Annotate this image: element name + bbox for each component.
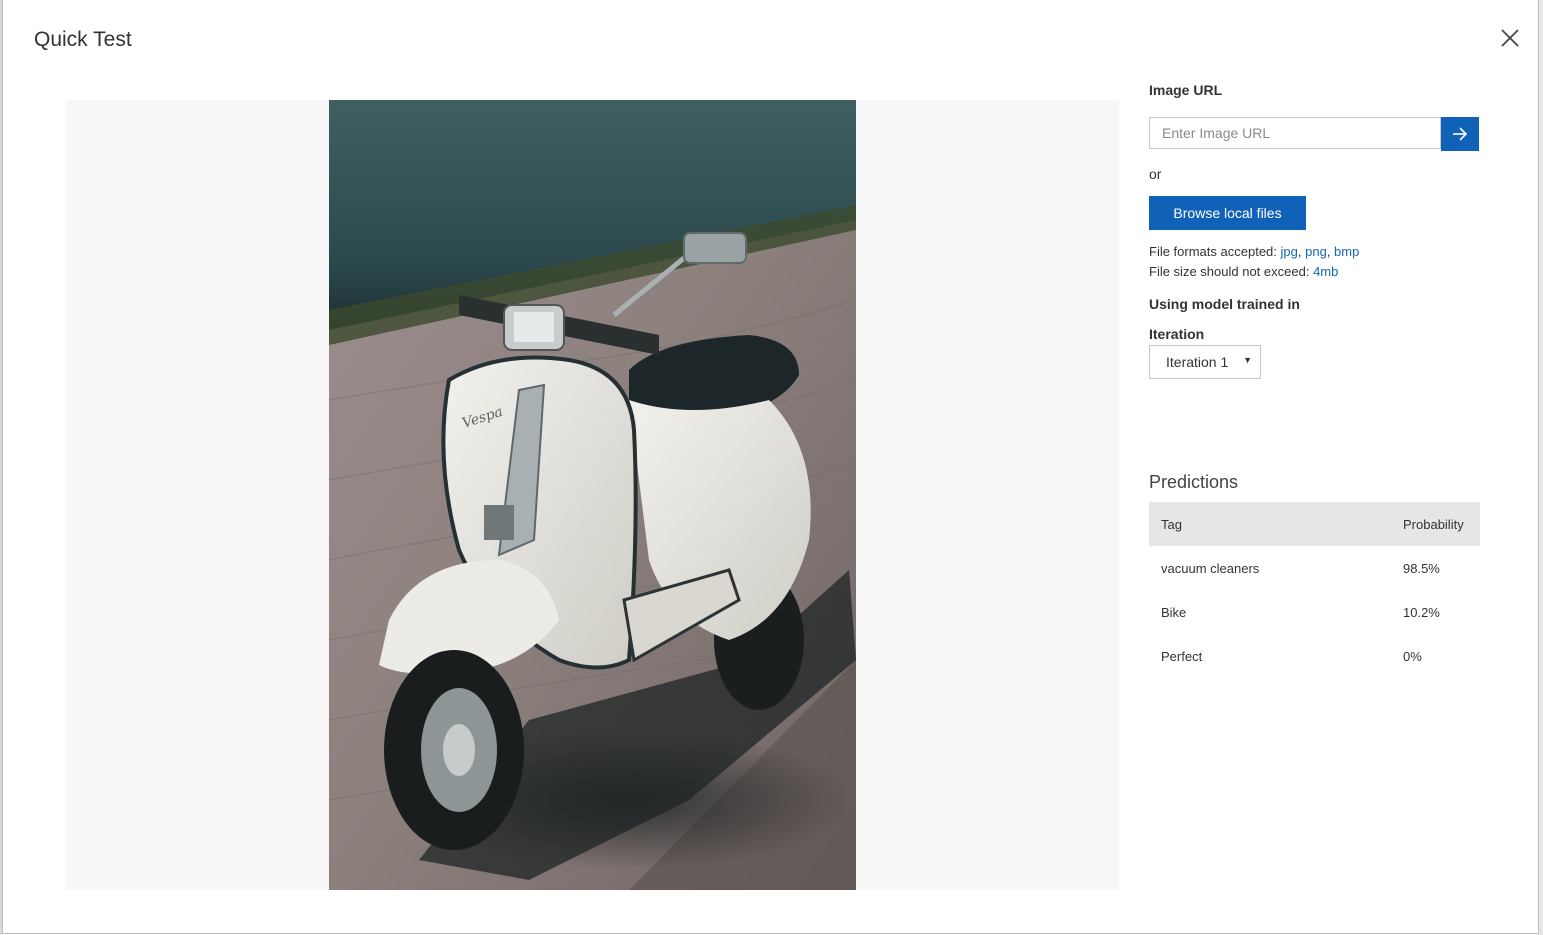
format-jpg-link[interactable]: jpg	[1281, 244, 1298, 259]
submit-url-button[interactable]	[1441, 117, 1479, 151]
predictions-title: Predictions	[1149, 472, 1239, 492]
iteration-select-value: Iteration 1	[1166, 354, 1229, 370]
scooter-photo: Vespa	[329, 100, 856, 890]
caret-down-icon: ▼	[1243, 355, 1252, 365]
close-button[interactable]	[1497, 25, 1523, 51]
prediction-tag: Bike	[1161, 604, 1187, 620]
close-icon	[1501, 29, 1519, 47]
column-header-probability: Probability	[1391, 502, 1480, 546]
prediction-probability: 0%	[1403, 648, 1422, 664]
image-url-input[interactable]	[1149, 117, 1441, 149]
arrow-right-icon	[1453, 127, 1468, 141]
using-model-label: Using model trained in	[1149, 296, 1300, 312]
image-url-row	[1149, 117, 1479, 151]
image-preview-panel: Vespa	[66, 100, 1119, 890]
dialog-title: Quick Test	[34, 28, 132, 51]
browse-local-files-button[interactable]: Browse local files	[1149, 196, 1306, 230]
file-formats-label: File formats accepted:	[1149, 244, 1277, 259]
table-row: Perfect 0%	[1149, 634, 1480, 678]
file-size-label: File size should not exceed:	[1149, 264, 1310, 279]
quick-test-dialog: Quick Test Vespa Image URL Enter Image U…	[2, 0, 1539, 934]
prediction-tag: Perfect	[1161, 648, 1203, 664]
or-separator: or	[1149, 166, 1162, 182]
predictions-header-row: Tag Probability	[1149, 502, 1480, 546]
prediction-probability: 98.5%	[1403, 560, 1440, 576]
prediction-tag: vacuum cleaners	[1161, 560, 1260, 576]
prediction-probability: 10.2%	[1403, 604, 1440, 620]
image-url-label: Image URL	[1149, 82, 1223, 98]
table-row: Bike 10.2%	[1149, 590, 1480, 634]
iteration-select[interactable]: Iteration 1 ▼	[1149, 345, 1261, 379]
file-formats-info: File formats accepted: jpg, png, bmp	[1149, 244, 1360, 259]
file-size-limit[interactable]: 4mb	[1313, 264, 1338, 279]
preview-image: Vespa	[329, 100, 856, 890]
predictions-table: Tag Probability vacuum cleaners 98.5% Bi…	[1149, 502, 1480, 678]
iteration-label: Iteration	[1149, 326, 1205, 342]
format-bmp-link[interactable]: bmp	[1334, 244, 1359, 259]
format-png-link[interactable]: png	[1305, 244, 1327, 259]
column-header-tag: Tag	[1149, 502, 1391, 546]
table-row: vacuum cleaners 98.5%	[1149, 546, 1480, 590]
file-size-info: File size should not exceed: 4mb	[1149, 264, 1338, 279]
